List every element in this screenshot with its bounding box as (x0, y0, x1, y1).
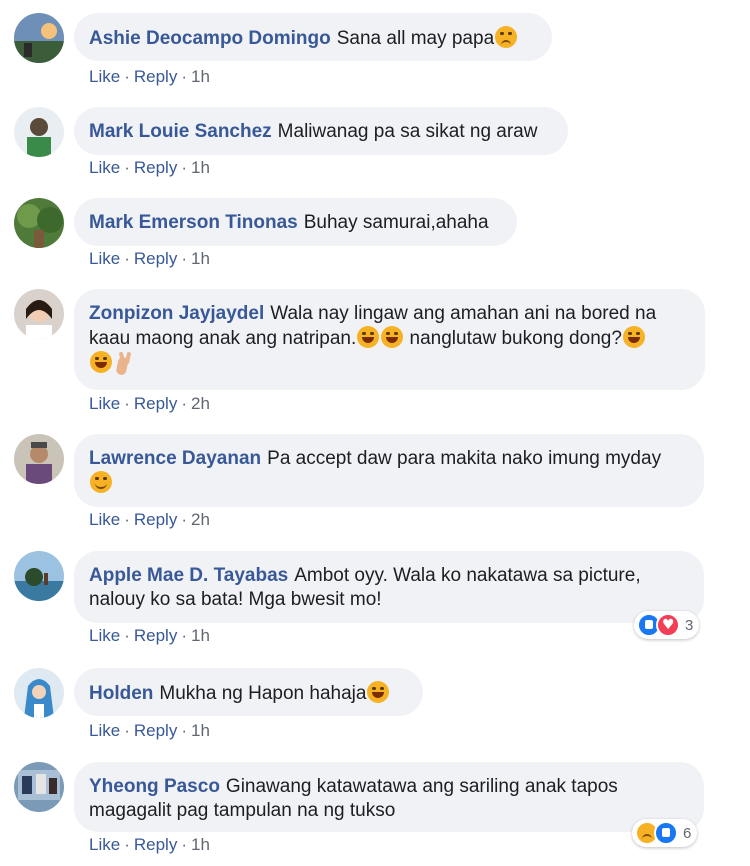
like-button[interactable]: Like (89, 394, 120, 413)
comment-bubble: Apple Mae D. Tayabas Ambot oyy. Wala ko n… (74, 551, 704, 623)
reply-button[interactable]: Reply (134, 394, 177, 413)
reply-button[interactable]: Reply (134, 835, 177, 854)
avatar[interactable] (14, 434, 64, 484)
reaction-count: 6 (683, 824, 692, 842)
comment-text: Buhay samurai,ahaha (303, 212, 489, 233)
like-button[interactable]: Like (89, 835, 120, 854)
rofl-emoji (622, 326, 645, 348)
comment-author[interactable]: Holden (89, 683, 153, 704)
comment-text: Maliwanag pa sa sikat ng araw (277, 121, 538, 142)
comment-actions: Like · Reply · 1h (89, 249, 210, 269)
comment-actions: Like · Reply · 2h (89, 394, 210, 414)
comment-author[interactable]: Mark Louie Sanchez (89, 121, 272, 142)
laughing-tears-emoji (90, 351, 112, 373)
separator: · (181, 394, 187, 413)
separator: · (181, 510, 187, 529)
timestamp[interactable]: 2h (191, 394, 210, 413)
like-button[interactable]: Like (89, 249, 120, 268)
separator: · (124, 626, 130, 645)
comment-text: Sana all may papa (336, 28, 495, 49)
comment-bubble: Yheong Pasco Ginawang katawatawa ang sari… (74, 762, 704, 832)
comment-author[interactable]: Apple Mae D. Tayabas (89, 565, 288, 586)
timestamp[interactable]: 1h (191, 626, 210, 645)
avatar[interactable] (14, 13, 64, 63)
separator: · (124, 158, 130, 177)
comment-text: Mukha ng Hapon hahaja (159, 683, 367, 704)
avatar[interactable] (14, 668, 64, 718)
like-button[interactable]: Like (89, 721, 120, 740)
laughing-tears-emoji (367, 681, 390, 703)
reply-button[interactable]: Reply (134, 249, 177, 268)
avatar[interactable] (14, 762, 64, 812)
reply-button[interactable]: Reply (134, 721, 177, 740)
separator: · (124, 67, 130, 86)
separator: · (124, 721, 130, 740)
comment-actions: Like · Reply · 1h (89, 626, 210, 646)
separator: · (124, 510, 130, 529)
like-reaction-icon (654, 821, 678, 845)
separator: · (181, 835, 187, 854)
comment-bubble: Ashie Deocampo Domingo Sana all may papa (74, 13, 552, 61)
comment-actions: Like · Reply · 2h (89, 510, 210, 530)
comment-author[interactable]: Ashie Deocampo Domingo (89, 28, 331, 49)
reactions-summary[interactable]: 3 (634, 611, 700, 639)
reply-button[interactable]: Reply (134, 626, 177, 645)
comment-author[interactable]: Lawrence Dayanan (89, 448, 261, 469)
timestamp[interactable]: 1h (191, 835, 210, 854)
love-reaction-icon (656, 613, 680, 637)
grinning-sweat-emoji (90, 471, 112, 493)
reply-button[interactable]: Reply (134, 158, 177, 177)
timestamp[interactable]: 1h (191, 249, 210, 268)
peace-hand-emoji (114, 351, 136, 373)
comment-actions: Like · Reply · 1h (89, 835, 210, 855)
separator: · (181, 249, 187, 268)
separator: · (124, 394, 130, 413)
reaction-count: 3 (685, 616, 694, 634)
reply-button[interactable]: Reply (134, 67, 177, 86)
comment-author[interactable]: Mark Emerson Tinonas (89, 212, 298, 233)
comment-bubble: Mark Louie Sanchez Maliwanag pa sa sikat … (74, 107, 568, 155)
like-button[interactable]: Like (89, 510, 120, 529)
like-button[interactable]: Like (89, 158, 120, 177)
timestamp[interactable]: 1h (191, 67, 210, 86)
timestamp[interactable]: 1h (191, 158, 210, 177)
sad-face-emoji (495, 26, 518, 48)
comment-actions: Like · Reply · 1h (89, 67, 210, 87)
comment-author[interactable]: Zonpizon Jayjaydel (89, 303, 264, 324)
comment-bubble: Mark Emerson Tinonas Buhay samurai,ahaha (74, 198, 517, 246)
comment-actions: Like · Reply · 1h (89, 721, 210, 741)
separator: · (124, 835, 130, 854)
like-button[interactable]: Like (89, 67, 120, 86)
rofl-emoji (357, 326, 380, 348)
comment-text: Pa accept daw para makita nako imung myd… (267, 448, 662, 469)
timestamp[interactable]: 2h (191, 510, 210, 529)
separator: · (124, 249, 130, 268)
comment-bubble: Lawrence Dayanan Pa accept daw para makit… (74, 434, 704, 507)
comment-author[interactable]: Yheong Pasco (89, 776, 220, 797)
separator: · (181, 721, 187, 740)
separator: · (181, 626, 187, 645)
avatar[interactable] (14, 551, 64, 601)
comment-text-continued: nanglutaw bukong dong? (404, 328, 622, 349)
comment-bubble: Holden Mukha ng Hapon hahaja (74, 668, 423, 716)
avatar[interactable] (14, 107, 64, 157)
reply-button[interactable]: Reply (134, 510, 177, 529)
avatar[interactable] (14, 289, 64, 339)
avatar[interactable] (14, 198, 64, 248)
timestamp[interactable]: 1h (191, 721, 210, 740)
separator: · (181, 67, 187, 86)
comment-actions: Like · Reply · 1h (89, 158, 210, 178)
separator: · (181, 158, 187, 177)
reactions-summary[interactable]: 6 (632, 819, 698, 847)
comment-bubble: Zonpizon Jayjaydel Wala nay lingaw ang am… (74, 289, 705, 390)
rofl-emoji (381, 326, 404, 348)
like-button[interactable]: Like (89, 626, 120, 645)
